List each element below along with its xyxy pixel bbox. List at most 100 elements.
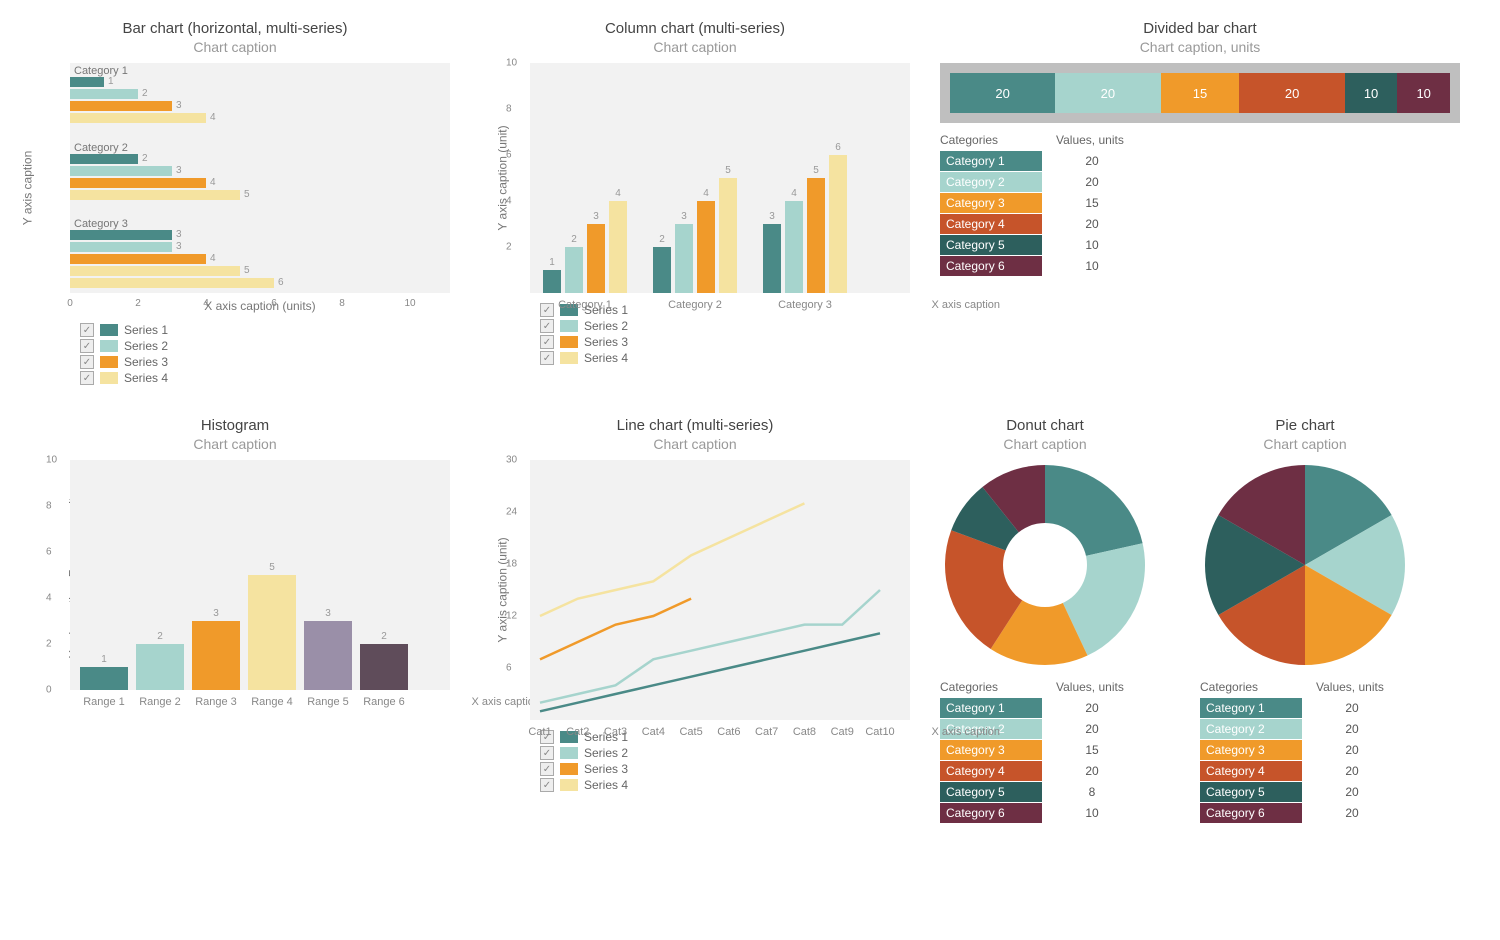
table-head-categories: Categories [1200,680,1296,694]
x-tick: Cat4 [642,726,665,738]
divided-bar-segment: 20 [1239,73,1344,113]
legend: ✓ Series 1✓ Series 2✓ Series 3✓ Series 4 [540,730,910,792]
legend-label: Series 2 [584,319,628,333]
legend-label: Series 4 [584,778,628,792]
category-value: 15 [1062,196,1122,210]
bar [675,224,693,293]
bar-value: 5 [269,562,275,573]
checkbox-icon[interactable]: ✓ [540,335,554,349]
bar-value: 4 [615,188,621,199]
bar [304,621,352,690]
bar [785,201,803,293]
category-table: Categories Values, unitsCategory 1 20Cat… [940,133,1460,276]
legend-item: ✓ Series 4 [540,351,910,365]
checkbox-icon[interactable]: ✓ [540,319,554,333]
divided-bar-outer: 202015201010 [940,63,1460,123]
y-tick: 10 [46,455,57,466]
checkbox-icon[interactable]: ✓ [80,339,94,353]
category-value: 20 [1062,722,1122,736]
category-chip: Category 3 [1200,740,1302,760]
checkbox-icon[interactable]: ✓ [80,323,94,337]
x-tick: Cat2 [566,726,589,738]
bar-value: 3 [769,211,775,222]
table-head-values: Values, units [1316,680,1384,694]
x-tick: 2 [135,298,141,309]
x-tick: 6 [271,298,277,309]
bar-value: 5 [725,165,731,176]
pie-charts-block: Donut chart Chart caption Categories Val… [940,417,1460,824]
x-tick: 10 [404,298,415,309]
bar-value: 3 [681,211,687,222]
bar [70,230,172,240]
category-value: 20 [1322,764,1382,778]
bar [807,178,825,293]
y-tick: 4 [506,196,512,207]
legend-swatch [560,320,578,332]
y-tick: 10 [506,58,517,69]
legend-label: Series 2 [584,746,628,760]
legend-swatch [560,747,578,759]
bar [70,278,274,288]
pie-plot [1200,460,1410,670]
category-value: 10 [1062,238,1122,252]
chart-title: Histogram [20,417,450,434]
category-value: 8 [1062,785,1122,799]
checkbox-icon[interactable]: ✓ [540,746,554,760]
x-axis-label: X axis caption [932,299,1000,311]
bar-value: 2 [381,631,387,642]
bar-value: 5 [244,189,250,200]
bar-value: 3 [176,229,182,240]
bar [70,178,206,188]
category-chip: Category 5 [1200,782,1302,802]
category-chip: Category 1 [940,151,1042,171]
plot-area: Category 11234Category 22345Category 333… [70,63,450,293]
checkbox-icon[interactable]: ✓ [80,371,94,385]
bar [248,575,296,690]
table-row: Category 1 20 [940,698,1150,718]
bar [70,266,240,276]
bar-value: 4 [791,188,797,199]
bar [829,155,847,293]
checkbox-icon[interactable]: ✓ [540,303,554,317]
legend-label: Series 4 [124,371,168,385]
legend-item: ✓ Series 3 [540,335,910,349]
legend-label: Series 3 [124,355,168,369]
y-axis-label: Y axis caption (unit) [496,537,510,642]
x-tick: 8 [339,298,345,309]
donut-plot [940,460,1150,670]
y-tick: 12 [506,611,517,622]
table-row: Category 6 10 [940,256,1460,276]
bar-value: 2 [142,153,148,164]
category-chip: Category 4 [940,761,1042,781]
y-tick: 6 [506,663,512,674]
legend-item: ✓ Series 3 [540,762,910,776]
bar-value: 3 [176,165,182,176]
checkbox-icon[interactable]: ✓ [80,355,94,369]
divided-bar-segment: 20 [1055,73,1160,113]
category-table: Categories Values, unitsCategory 1 20Cat… [940,680,1150,823]
category-value: 20 [1322,806,1382,820]
chart-title: Donut chart [940,417,1150,434]
table-row: Category 4 20 [940,214,1460,234]
category-value: 20 [1062,701,1122,715]
bar-value: 1 [101,654,107,665]
histogram-plot-wrap: Y axis caption, Frequency units X axis c… [20,460,450,690]
hbar-chart: Bar chart (horizontal, multi-series) Cha… [20,20,450,387]
checkbox-icon[interactable]: ✓ [540,778,554,792]
bar [360,644,408,690]
checkbox-icon[interactable]: ✓ [540,762,554,776]
y-tick: 8 [46,501,52,512]
table-row: Category 2 20 [940,172,1460,192]
bar-value: 4 [210,253,216,264]
category-chip: Category 4 [940,214,1042,234]
chart-caption: Chart caption [480,39,910,55]
category-label: Category 2 [74,142,128,154]
legend-swatch [100,356,118,368]
table-row: Category 6 10 [940,803,1150,823]
charts-grid: Bar chart (horizontal, multi-series) Cha… [20,20,1500,824]
x-tick: Cat6 [717,726,740,738]
checkbox-icon[interactable]: ✓ [540,351,554,365]
divided-bar-segment: 20 [950,73,1055,113]
x-axis-label: X axis caption [932,726,1000,738]
bar-value: 4 [210,112,216,123]
